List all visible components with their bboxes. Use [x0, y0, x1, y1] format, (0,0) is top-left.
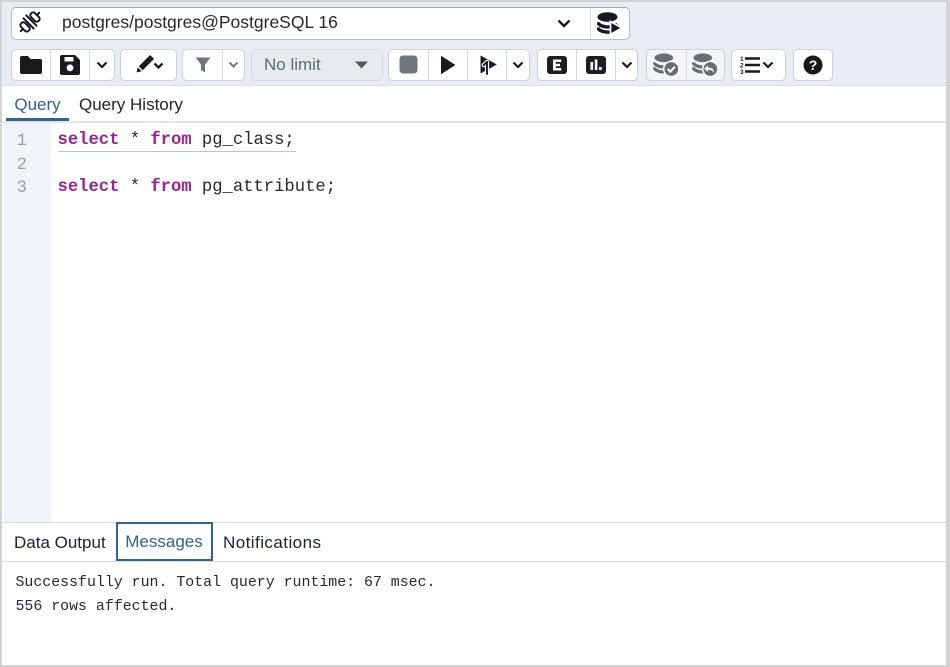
- svg-text:?: ?: [809, 57, 818, 73]
- svg-text:3: 3: [740, 69, 744, 76]
